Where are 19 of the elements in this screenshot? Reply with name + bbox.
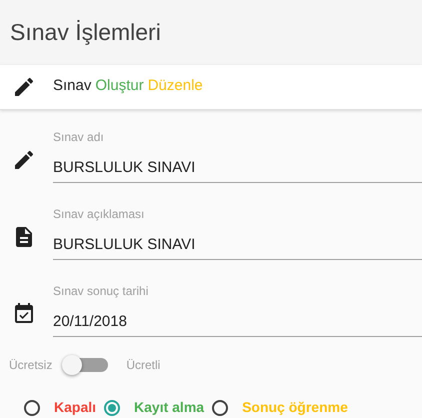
field-label: Sınav açıklaması xyxy=(53,206,146,222)
text-field[interactable]: BURSLULUK SINAVI xyxy=(53,230,422,260)
radio-button[interactable] xyxy=(24,400,40,416)
toggle-on-label: Ücretli xyxy=(126,357,160,374)
fee-switch[interactable] xyxy=(62,355,108,376)
radio-label: Kayıt alma xyxy=(134,398,204,417)
header-word: Düzenle xyxy=(148,76,203,96)
radio-label: Kapalı xyxy=(54,398,96,417)
header-word: Sınav xyxy=(53,76,92,96)
text-field[interactable]: BURSLULUK SINAVI xyxy=(53,153,422,184)
radio-label: Sonuç öğrenme xyxy=(242,398,348,417)
text-field[interactable]: 20/11/2018 xyxy=(53,307,422,338)
header-word: Oluştur xyxy=(95,76,144,96)
field-label: Sınav adı xyxy=(53,129,105,146)
page-title: Sınav İşlemleri xyxy=(10,18,161,48)
radio-button[interactable] xyxy=(104,400,120,416)
field-label: Sınav sonuç tarihi xyxy=(53,283,150,300)
radio-button[interactable] xyxy=(212,400,228,416)
toggle-off-label: Ücretsiz xyxy=(9,357,52,374)
